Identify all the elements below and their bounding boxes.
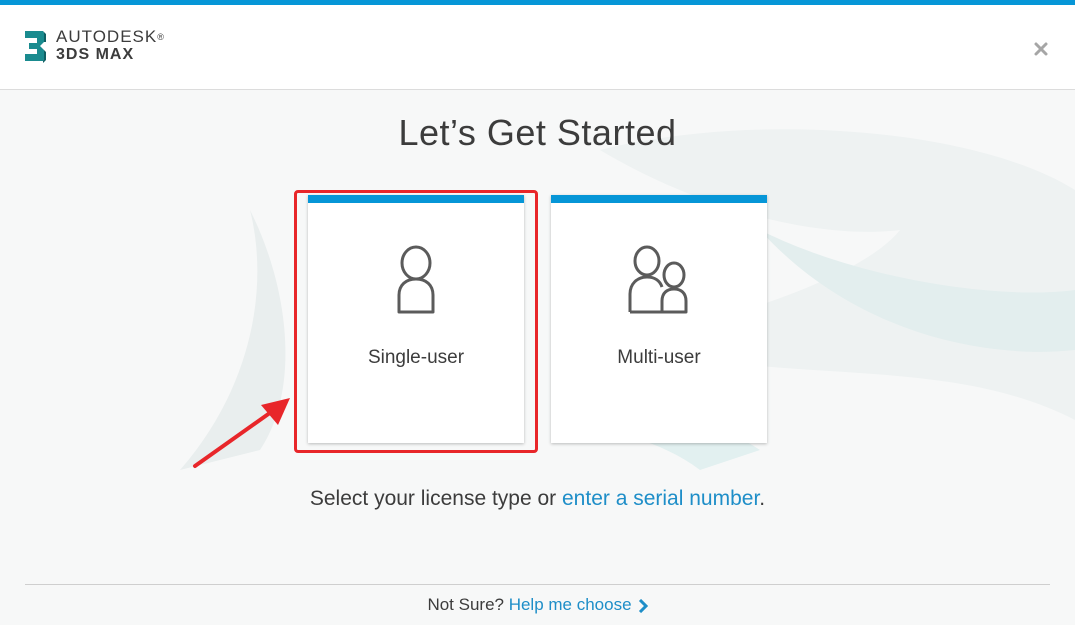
- autodesk-3dsmax-logo: AUTODESK® 3DS MAX: [22, 27, 165, 65]
- license-instruction: Select your license type or enter a seri…: [309, 487, 766, 510]
- footer: Not Sure? Help me choose: [0, 595, 1075, 615]
- enter-serial-number-link[interactable]: enter a serial number: [562, 487, 759, 510]
- multi-user-label: Multi-user: [617, 347, 701, 368]
- close-button[interactable]: [1033, 41, 1049, 57]
- header-bar: AUTODESK® 3DS MAX: [0, 5, 1075, 90]
- not-sure-text: Not Sure?: [427, 595, 509, 614]
- highlight-box: [294, 190, 538, 453]
- annotation-arrow: [193, 398, 290, 468]
- 3dsmax-logo-icon: [25, 31, 46, 63]
- page-title: Let’s Get Started: [398, 112, 677, 153]
- close-icon[interactable]: [1033, 41, 1049, 57]
- footer-divider: [25, 584, 1050, 585]
- multi-user-card[interactable]: Multi-user: [551, 195, 767, 443]
- multi-user-icon: [628, 245, 688, 314]
- chevron-right-icon[interactable]: [638, 598, 648, 613]
- help-me-choose-link[interactable]: Help me choose: [509, 595, 632, 614]
